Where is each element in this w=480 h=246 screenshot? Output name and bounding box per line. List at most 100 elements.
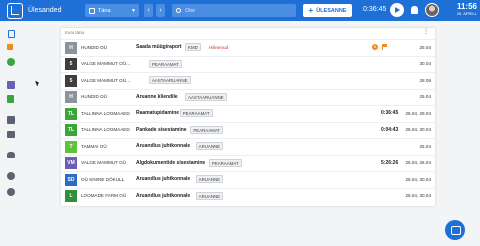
briefcase-icon[interactable]	[7, 131, 15, 138]
app-logo-icon[interactable]	[7, 2, 23, 19]
task-title[interactable]: Algdokumentide sisestamine	[136, 160, 205, 166]
client-name: OÜ SININE DÖKULL	[81, 176, 125, 182]
tracked-time: 0:36:45	[381, 110, 399, 116]
task-list-card: Kuni täna ⋮ H HUNDID OÜ Saada müügiraport K…	[61, 28, 435, 206]
top-bar: Ülesanded Täna ▼ ‹ › Otsi + ÜLESANNE 0:3…	[0, 0, 480, 21]
flag-icon	[382, 44, 387, 50]
client-name: LOOMADE FARM OÜ	[81, 193, 127, 198]
client-name: TAMMAI OÜ	[81, 143, 107, 149]
table-row[interactable]: SD OÜ SININE DÖKULL Aruandlus juhtkonnale A…	[61, 171, 435, 186]
task-tag: PEARAAMAT	[149, 59, 182, 68]
client-tile: H	[65, 41, 77, 54]
task-title[interactable]: Pankade sisestamine	[136, 127, 187, 133]
client-name: TALLINNA LOOMAAED	[81, 110, 130, 116]
due-date: 25.04, 26.04	[405, 160, 431, 165]
table-row[interactable]: 5 VALGE MAMMUT OÜ… PEARAAMAT 30.04	[61, 55, 435, 71]
client-tile: VM	[65, 157, 77, 169]
search-icon	[176, 8, 181, 13]
task-tag: ARUANNE	[195, 142, 224, 150]
more-options-icon[interactable]: ⋮	[423, 29, 429, 35]
task-title[interactable]: Aruandlus juhtkonnale	[136, 176, 190, 182]
flag-icon[interactable]	[7, 44, 13, 50]
client-tile: TL	[65, 107, 77, 120]
due-date: 25.04, 30.04	[405, 193, 431, 198]
client-name: HUNDID OÜ	[81, 94, 108, 99]
next-day-button[interactable]: ›	[156, 4, 165, 17]
document-icon[interactable]	[7, 95, 14, 103]
prev-day-button[interactable]: ‹	[144, 4, 153, 17]
due-date: 30.04	[419, 61, 432, 66]
new-task-button[interactable]: + ÜLESANNE	[303, 4, 352, 17]
clock: 11:56 25. APRILL	[447, 2, 477, 17]
table-row[interactable]: L LOOMADE FARM OÜ Aruandlus juhtkonnale ARU…	[61, 187, 435, 203]
table-row[interactable]: VM VALGE MAMMUT OÜ Algdokumentide sisestam…	[61, 154, 435, 170]
task-title[interactable]: Saada müügiraport	[136, 44, 182, 50]
chat-button-icon[interactable]	[445, 220, 465, 240]
mouse-cursor	[35, 79, 40, 87]
calendar-icon	[89, 7, 95, 14]
due-date: 25.04, 30.04	[405, 127, 431, 132]
search-input[interactable]: Otsi	[172, 4, 296, 17]
table-row[interactable]: H HUNDID OÜ Saada müügiraport KMD Hilinenud S…	[61, 39, 435, 54]
due-date: 25.04	[419, 44, 432, 50]
tracked-time: 5:26:26	[381, 159, 399, 166]
task-tag: PEARAAMAT	[190, 125, 224, 134]
table-row[interactable]: T TAMMAI OÜ Aruandlus juhtkonnale ARUANNE 25…	[61, 138, 435, 153]
task-title[interactable]: Aruandlus juhtkonnale	[136, 193, 190, 199]
task-title[interactable]: Aruanne kliendile	[136, 94, 178, 100]
client-name: VALGE MAMMUT OÜ	[81, 160, 127, 165]
help-icon[interactable]	[7, 188, 15, 196]
status-badge: Hilinenud	[209, 44, 229, 50]
priority-badge: S	[372, 44, 378, 50]
new-task-label: ÜLESANNE	[316, 7, 347, 14]
clock-time: 11:56	[456, 2, 477, 11]
task-title[interactable]: Aruandlus juhtkonnale	[136, 143, 190, 149]
task-title[interactable]: Raamatupidamine	[136, 110, 179, 116]
task-tag: ARUANNE	[195, 175, 224, 183]
table-row[interactable]: TL TALLINNA LOOMAAED Raamatupidamine PEARAA…	[61, 105, 435, 120]
client-tile: 5	[65, 74, 77, 87]
table-row[interactable]: 5 VALGE MAMMUT OÜ… AASTAARUANNE 28.06	[61, 72, 435, 87]
client-tile: 5	[65, 58, 77, 70]
task-tag: PEARAAMAT	[179, 109, 213, 117]
date-filter-select[interactable]: Täna ▼	[85, 4, 139, 17]
table-row[interactable]: H HUNDID OÜ Aruanne kliendile AASTAARUANNE 2…	[61, 88, 435, 104]
client-tile: SD	[65, 173, 77, 186]
play-icon[interactable]	[390, 3, 404, 17]
client-name: VALGE MAMMUT OÜ…	[81, 61, 131, 66]
task-tag: AASTAARUANNE	[149, 76, 191, 84]
task-tag: PEARAAMAT	[208, 158, 242, 167]
due-date: 25.04	[419, 143, 432, 149]
due-date: 25.04, 29.04	[405, 110, 431, 116]
list-header: Kuni täna	[65, 30, 85, 35]
tracked-time: 0:04:43	[381, 126, 399, 133]
running-timer: 0:36:45	[363, 6, 387, 13]
check-icon[interactable]	[7, 58, 15, 66]
client-name: TALLINNA LOOMAAED	[81, 127, 130, 132]
search-placeholder: Otsi	[185, 7, 195, 14]
bell-icon[interactable]	[411, 6, 418, 14]
vm-icon[interactable]	[7, 81, 15, 89]
date-filter-value: Täna	[98, 7, 111, 14]
task-tag: ARUANNE	[195, 191, 224, 200]
client-tile: T	[65, 140, 77, 153]
task-tag: AASTAARUANNE	[185, 92, 227, 101]
due-date: 25.04, 30.04	[405, 176, 431, 182]
people-icon[interactable]	[7, 152, 15, 158]
sidebar	[0, 21, 21, 246]
chevron-down-icon: ▼	[131, 8, 136, 14]
client-tile: H	[65, 91, 77, 103]
table-row[interactable]: TL TALLINNA LOOMAAED Pankade sisestamine PE…	[61, 121, 435, 137]
client-tile: L	[65, 190, 77, 202]
tasks-icon[interactable]	[8, 30, 15, 38]
gear-icon[interactable]	[7, 172, 15, 180]
clock-date: 25. APRILL	[456, 11, 477, 16]
client-name: VALGE MAMMUT OÜ…	[81, 77, 131, 83]
calendar-icon[interactable]	[7, 116, 15, 124]
app-title: Ülesanded	[28, 7, 62, 14]
avatar[interactable]	[425, 3, 439, 17]
client-tile: TL	[65, 124, 77, 136]
task-tag: KMD	[185, 43, 201, 51]
due-date: 25.04	[419, 94, 432, 99]
due-date: 28.06	[419, 77, 432, 83]
